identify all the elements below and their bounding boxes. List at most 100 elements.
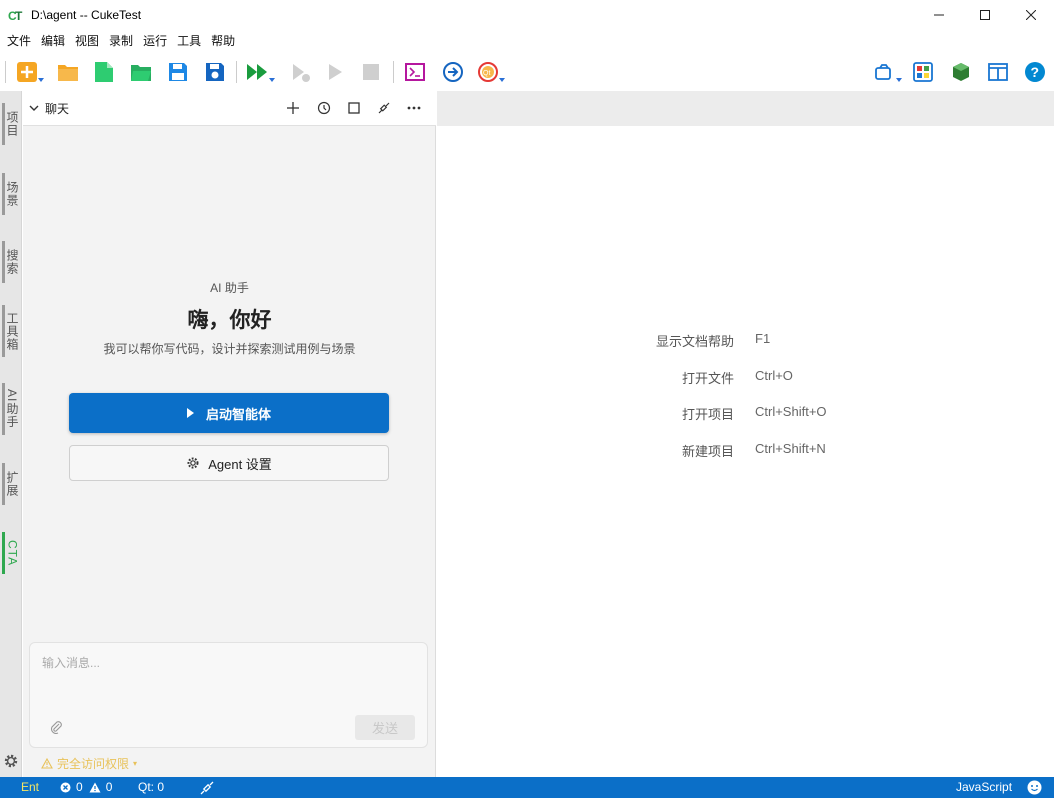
chat-panel: 聊天 AI 助手 嗨，你好 我可以帮你写代码，设计并探索测试用例与场景 启动智能… bbox=[23, 91, 436, 777]
qt-button[interactable]: Qt bbox=[475, 59, 505, 85]
open-file-icon bbox=[131, 65, 151, 81]
camera-button[interactable] bbox=[872, 59, 902, 85]
chat-message-input[interactable] bbox=[42, 655, 412, 671]
side-tab-extensions[interactable]: 扩展 bbox=[2, 463, 20, 505]
shortcut-label[interactable]: 打开文件 bbox=[682, 368, 734, 387]
more-options-button[interactable] bbox=[405, 99, 423, 117]
menu-bar: 文件 编辑 视图 录制 运行 工具 帮助 bbox=[0, 30, 1054, 52]
gear-icon bbox=[4, 754, 18, 768]
menu-help[interactable]: 帮助 bbox=[206, 30, 240, 52]
terminal-icon bbox=[405, 63, 425, 81]
side-tab-project[interactable]: 项目 bbox=[2, 103, 20, 145]
side-tab-label: 搜索 bbox=[5, 249, 19, 275]
shortcut-label[interactable]: 打开项目 bbox=[682, 404, 734, 423]
layout-grid-icon bbox=[913, 62, 933, 82]
chat-input-box: 发送 bbox=[29, 642, 428, 748]
save-icon bbox=[169, 63, 187, 81]
ai-assistant-label: AI 助手 bbox=[210, 281, 249, 295]
navigate-button[interactable] bbox=[440, 59, 466, 85]
new-chat-button[interactable] bbox=[284, 99, 302, 117]
run-debug-button[interactable] bbox=[287, 59, 313, 85]
new-file-icon bbox=[95, 62, 113, 82]
warning-icon bbox=[89, 782, 101, 792]
side-tab-label: 场景 bbox=[5, 181, 19, 207]
access-permission-dropdown[interactable]: 完全访问权限 ▾ bbox=[41, 755, 137, 772]
navigate-icon bbox=[443, 62, 463, 82]
menu-record[interactable]: 录制 bbox=[104, 30, 138, 52]
side-tab-label: 扩展 bbox=[5, 471, 19, 497]
side-tab-search[interactable]: 搜索 bbox=[2, 241, 20, 283]
more-icon bbox=[407, 106, 421, 110]
editor-tab-bar bbox=[437, 91, 1054, 126]
problems-indicator[interactable]: 0 0 bbox=[60, 780, 112, 794]
shortcut-row: 打开项目 Ctrl+Shift+O bbox=[437, 404, 1054, 423]
chat-panel-title: 聊天 bbox=[45, 101, 70, 116]
close-icon bbox=[1026, 10, 1036, 20]
feedback-button[interactable] bbox=[1027, 780, 1042, 795]
send-button[interactable]: 发送 bbox=[355, 715, 415, 740]
square-icon bbox=[348, 102, 360, 114]
toolbar-separator bbox=[393, 61, 394, 83]
close-button[interactable] bbox=[1008, 0, 1054, 30]
menu-run[interactable]: 运行 bbox=[138, 30, 172, 52]
maximize-button[interactable] bbox=[962, 0, 1008, 30]
svg-text:?: ? bbox=[1031, 64, 1040, 80]
cube-button[interactable] bbox=[948, 59, 974, 85]
shortcut-label[interactable]: 显示文档帮助 bbox=[656, 331, 734, 350]
new-button[interactable] bbox=[14, 59, 44, 85]
run-button[interactable] bbox=[322, 59, 348, 85]
shortcut-label[interactable]: 新建项目 bbox=[682, 441, 734, 460]
toolbar-separator bbox=[5, 61, 6, 83]
help-button[interactable]: ? bbox=[1022, 59, 1048, 85]
layout-grid-button[interactable] bbox=[910, 59, 936, 85]
side-tab-ai-assistant[interactable]: AI助手 bbox=[2, 383, 20, 435]
side-tab-cta[interactable]: CTA bbox=[2, 532, 20, 574]
panel-layout-icon bbox=[988, 63, 1008, 81]
qt-status[interactable]: Qt: 0 bbox=[138, 780, 164, 794]
new-file-button[interactable] bbox=[91, 59, 117, 85]
greeting-heading: 嗨，你好 bbox=[187, 309, 272, 332]
history-button[interactable] bbox=[315, 99, 333, 117]
minimize-button[interactable] bbox=[916, 0, 962, 30]
error-count: 0 bbox=[76, 780, 83, 794]
menu-file[interactable]: 文件 bbox=[2, 30, 36, 52]
chevron-down-icon[interactable] bbox=[29, 103, 39, 113]
start-agent-button[interactable]: 启动智能体 bbox=[69, 393, 389, 433]
save-all-icon bbox=[206, 63, 224, 81]
save-button[interactable] bbox=[165, 59, 191, 85]
camera-icon bbox=[875, 64, 891, 80]
stop-button[interactable] bbox=[358, 59, 384, 85]
settings-gear-button[interactable] bbox=[3, 753, 19, 769]
language-mode[interactable]: JavaScript bbox=[956, 780, 1012, 794]
menu-view[interactable]: 视图 bbox=[70, 30, 104, 52]
open-file-button[interactable] bbox=[128, 59, 154, 85]
attach-button[interactable] bbox=[50, 720, 64, 734]
toolbar-separator bbox=[236, 61, 237, 83]
cuketest-logo-icon: CT bbox=[8, 7, 24, 23]
access-permission-label: 完全访问权限 bbox=[57, 757, 130, 771]
side-tab-toolbox[interactable]: 工具箱 bbox=[2, 305, 20, 357]
side-tab-scenario[interactable]: 场景 bbox=[2, 173, 20, 215]
help-icon: ? bbox=[1025, 62, 1045, 82]
gear-icon bbox=[187, 457, 199, 469]
menu-edit[interactable]: 编辑 bbox=[36, 30, 70, 52]
play-icon bbox=[186, 408, 194, 418]
assistant-description: 我可以帮你写代码，设计并探索测试用例与场景 bbox=[103, 342, 356, 356]
connection-status-button[interactable] bbox=[200, 781, 214, 795]
run-all-button[interactable] bbox=[245, 59, 275, 85]
edition-badge[interactable]: Ent bbox=[21, 780, 39, 794]
maximize-panel-button[interactable] bbox=[345, 99, 363, 117]
terminal-button[interactable] bbox=[402, 59, 428, 85]
minimize-icon bbox=[934, 14, 944, 16]
open-folder-button[interactable] bbox=[55, 59, 81, 85]
side-tab-label: 项目 bbox=[5, 111, 19, 137]
warning-icon bbox=[41, 758, 53, 769]
open-folder-icon bbox=[58, 65, 78, 81]
panel-layout-button[interactable] bbox=[985, 59, 1011, 85]
connect-button[interactable] bbox=[375, 99, 393, 117]
plus-icon bbox=[287, 102, 299, 114]
menu-tools[interactable]: 工具 bbox=[172, 30, 206, 52]
agent-settings-button[interactable]: Agent 设置 bbox=[69, 445, 389, 481]
save-all-button[interactable] bbox=[202, 59, 228, 85]
svg-text:Qt: Qt bbox=[483, 70, 490, 77]
